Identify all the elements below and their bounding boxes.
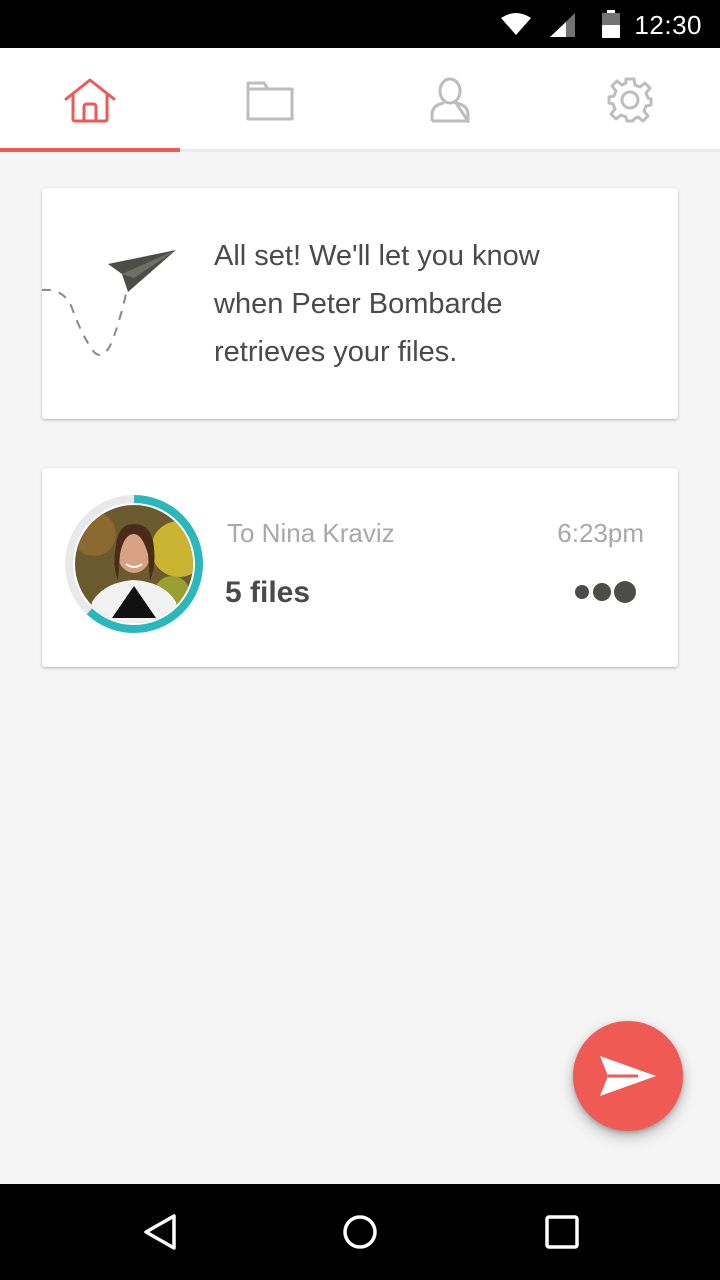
files-count: 5 files bbox=[225, 576, 311, 609]
confirmation-card: All set! We'll let you know when Peter B… bbox=[42, 188, 678, 419]
paper-plane-icon bbox=[42, 250, 176, 356]
avatar-with-progress bbox=[64, 494, 204, 634]
home-circle-icon[interactable] bbox=[340, 1212, 380, 1252]
signal-icon bbox=[550, 13, 575, 37]
recents-icon[interactable] bbox=[542, 1212, 582, 1252]
back-icon[interactable] bbox=[140, 1212, 180, 1252]
tab-home[interactable] bbox=[0, 48, 180, 152]
confirmation-message: All set! We'll let you know when Peter B… bbox=[214, 232, 654, 376]
status-bar: 12:30 bbox=[0, 0, 720, 48]
confirmation-line-2: when Peter Bombarde bbox=[214, 288, 503, 320]
folder-icon bbox=[246, 81, 294, 121]
send-icon bbox=[600, 1056, 656, 1096]
battery-icon bbox=[602, 10, 620, 38]
system-nav-bar bbox=[0, 1184, 720, 1280]
home-icon bbox=[64, 78, 116, 123]
upload-progress-ring bbox=[65, 495, 203, 633]
gear-icon bbox=[607, 77, 653, 123]
transfer-card[interactable]: To Nina Kraviz 5 files 6:23pm bbox=[42, 468, 678, 667]
avatar bbox=[75, 505, 193, 623]
confirmation-line-3: retrieves your files. bbox=[214, 336, 458, 368]
active-tab-indicator bbox=[0, 148, 180, 152]
tab-settings[interactable] bbox=[540, 48, 720, 152]
tab-files[interactable] bbox=[180, 48, 360, 152]
recipient-name: To Nina Kraviz bbox=[227, 518, 395, 548]
confirmation-line-1: All set! We'll let you know bbox=[214, 240, 540, 272]
tab-bar bbox=[0, 48, 720, 152]
wifi-icon bbox=[501, 13, 531, 35]
status-clock: 12:30 bbox=[634, 10, 702, 40]
transfer-time: 6:23pm bbox=[557, 518, 644, 548]
tab-profile[interactable] bbox=[360, 48, 540, 152]
more-dots-icon[interactable] bbox=[572, 578, 642, 606]
send-button[interactable] bbox=[573, 1021, 683, 1131]
user-icon bbox=[430, 77, 470, 123]
